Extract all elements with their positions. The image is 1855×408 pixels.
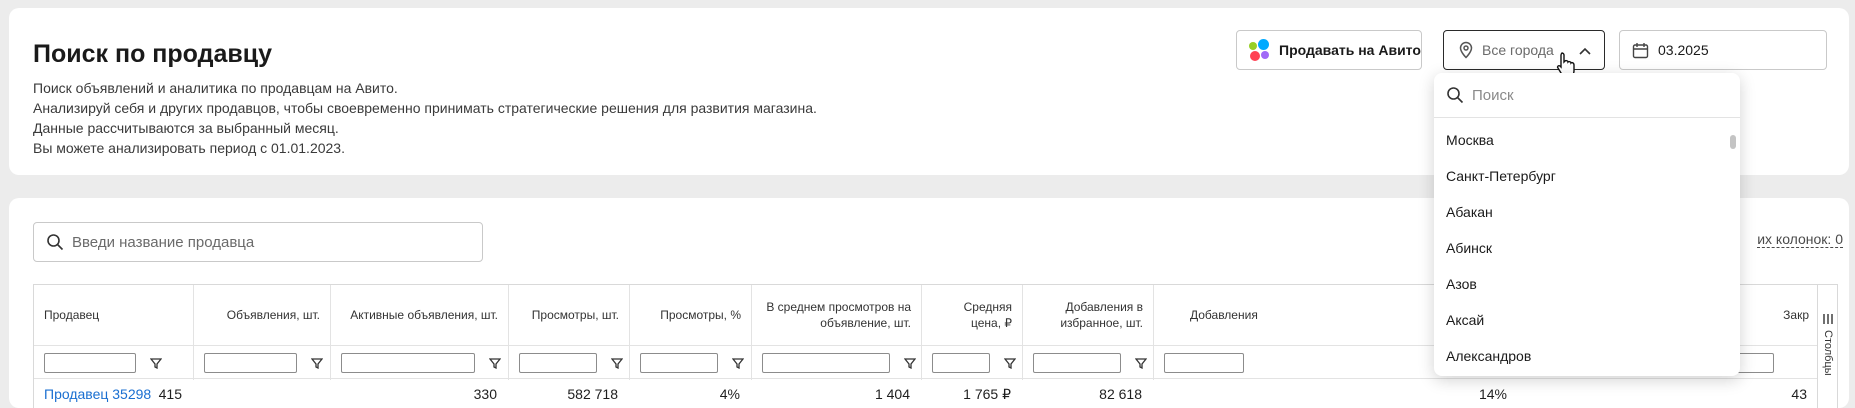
table-row[interactable]: Продавец 35298 415 330 582 718 4% 1 404 … — [34, 380, 1837, 408]
table-cell: 4% — [719, 386, 740, 402]
filter-icon[interactable] — [311, 357, 323, 369]
filter-icon[interactable] — [489, 357, 501, 369]
city-select-value: Все города — [1482, 42, 1554, 58]
sell-on-avito-button[interactable]: Продавать на Авито — [1236, 30, 1422, 70]
location-pin-icon — [1459, 41, 1473, 59]
city-option[interactable]: Абакан — [1434, 194, 1740, 230]
month-picker[interactable]: 03.2025 — [1619, 30, 1827, 70]
filter-cell — [194, 346, 331, 380]
city-option[interactable]: Азов — [1434, 266, 1740, 302]
description-line: Данные рассчитываются за выбранный месяц… — [33, 120, 339, 136]
avito-logo-icon — [1249, 39, 1271, 61]
filter-cell — [630, 346, 752, 380]
filter-cell — [34, 346, 194, 380]
filter-icon[interactable] — [1135, 357, 1147, 369]
city-dropdown: Поиск Москва Санкт-Петербург Абакан Абин… — [1434, 73, 1740, 376]
table-cell: 330 — [473, 386, 497, 402]
column-header-label: Добавления — [1190, 308, 1258, 322]
description-line: Вы можете анализировать период с 01.01.2… — [33, 140, 345, 156]
table-cell: 82 618 — [1099, 386, 1142, 402]
page-title: Поиск по продавцу — [33, 40, 273, 68]
columns-tab-label: Столбцы — [1822, 330, 1834, 376]
column-header-avg-price[interactable]: Средняя цена, ₽ — [922, 285, 1023, 345]
filter-input[interactable] — [1033, 353, 1121, 373]
seller-search-input[interactable]: Введи название продавца — [33, 222, 483, 262]
column-header-views-percent[interactable]: Просмотры, % — [630, 285, 752, 345]
filter-icon[interactable] — [904, 357, 916, 369]
city-option[interactable]: Аксай — [1434, 302, 1740, 338]
table-cell: 415 — [158, 386, 182, 402]
city-search-placeholder: Поиск — [1472, 86, 1514, 104]
filter-input[interactable] — [341, 353, 475, 373]
city-option[interactable]: Абинск — [1434, 230, 1740, 266]
filter-cell — [1023, 346, 1154, 380]
column-header-favorites[interactable]: Добавления в избранное, шт. — [1023, 285, 1154, 345]
city-option[interactable]: Санкт-Петербург — [1434, 158, 1740, 194]
filter-icon[interactable] — [732, 357, 744, 369]
calendar-icon — [1632, 42, 1649, 58]
column-header-seller[interactable]: Продавец — [34, 285, 194, 345]
filter-input[interactable] — [1734, 353, 1774, 373]
dropdown-scrollbar-thumb[interactable] — [1730, 135, 1736, 149]
search-icon — [47, 234, 64, 251]
search-icon — [1447, 87, 1464, 104]
city-select[interactable]: Все города — [1443, 30, 1605, 77]
city-option[interactable]: Александров — [1434, 338, 1740, 374]
city-option[interactable]: Москва — [1434, 122, 1740, 158]
chevron-up-icon — [1579, 47, 1591, 55]
table-cell: 1 404 — [874, 386, 910, 402]
columns-icon — [1823, 314, 1833, 324]
filter-cell — [509, 346, 630, 380]
page-description: Поиск объявлений и аналитика по продавца… — [33, 78, 817, 158]
description-line: Анализируй себя и других продавцов, чтоб… — [33, 100, 817, 116]
filter-input[interactable] — [204, 353, 297, 373]
filter-input[interactable] — [519, 353, 597, 373]
column-header-active-listings[interactable]: Активные объявления, шт. — [331, 285, 509, 345]
filter-icon[interactable] — [611, 357, 623, 369]
column-header-views[interactable]: Просмотры, шт. — [509, 285, 630, 345]
filter-cell — [922, 346, 1023, 380]
filter-input[interactable] — [932, 353, 990, 373]
column-header-avg-views[interactable]: В среднем просмотров на объявление, шт. — [752, 285, 922, 345]
seller-link[interactable]: Продавец 35298 — [44, 386, 151, 402]
filter-input[interactable] — [44, 353, 136, 373]
column-header-listings[interactable]: Объявления, шт. — [194, 285, 331, 345]
seller-search-placeholder: Введи название продавца — [72, 233, 255, 251]
column-header-favorites-2[interactable]: Добавления — [1154, 285, 1434, 345]
table-cell: 582 718 — [567, 386, 618, 402]
dropdown-scrollbar[interactable] — [1730, 125, 1736, 370]
filter-icon[interactable] — [150, 357, 162, 369]
filter-cell — [752, 346, 922, 380]
hidden-columns-link[interactable]: их колонок: 0 — [1757, 231, 1843, 248]
table-cell: 1 765 ₽ — [963, 386, 1011, 402]
filter-cell — [1154, 346, 1254, 380]
month-picker-value: 03.2025 — [1658, 42, 1709, 58]
filter-input[interactable] — [640, 353, 718, 373]
sell-button-label: Продавать на Авито — [1279, 42, 1421, 58]
description-line: Поиск объявлений и аналитика по продавца… — [33, 80, 398, 96]
filter-icon[interactable] — [1004, 357, 1016, 369]
filter-input[interactable] — [1164, 353, 1244, 373]
table-cell: 43 — [1791, 386, 1807, 402]
filter-cell — [331, 346, 509, 380]
table-cell: 14% — [1478, 386, 1507, 402]
city-search-input[interactable]: Поиск — [1434, 73, 1740, 118]
filter-input[interactable] — [762, 353, 890, 373]
columns-panel-tab[interactable]: Столбцы — [1817, 285, 1837, 408]
